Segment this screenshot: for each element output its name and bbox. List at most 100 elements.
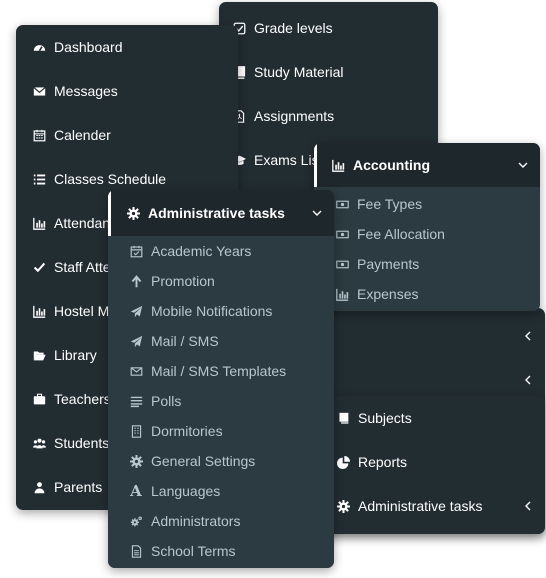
submenu-item-academic-years[interactable]: Academic Years: [108, 236, 334, 266]
sidebar-item-label: Classes Schedule: [54, 171, 167, 187]
envelope-icon: [31, 83, 47, 99]
submenu-item-mail-sms-templates[interactable]: Mail / SMS Templates: [108, 356, 334, 386]
submenu-item-label: Academic Years: [151, 243, 252, 259]
submenu-item-label: Mobile Notifications: [151, 303, 273, 319]
font-icon: A: [130, 482, 142, 500]
accounting-submenu: Fee Types Fee Allocation Payments Expens…: [314, 187, 540, 311]
submenu-item-school-terms[interactable]: School Terms: [108, 536, 334, 566]
sidebar-item-label: Students: [54, 435, 110, 451]
submenu-item-label: Administrators: [151, 513, 241, 529]
submenu-item-mobile-notifications[interactable]: Mobile Notifications: [108, 296, 334, 326]
submenu-item-label: Fee Types: [357, 196, 423, 212]
submenu-item-dormitories[interactable]: Dormitories: [108, 416, 334, 446]
tasks-icon: [128, 393, 144, 409]
accounting-header-label: Accounting: [353, 157, 430, 173]
submenu-item-label: Mail / SMS Templates: [151, 363, 287, 379]
chevron-left-icon: [523, 331, 533, 341]
chevron-down-icon: [312, 208, 322, 218]
chevron-left-icon: [523, 375, 533, 385]
arrow-up-icon: [128, 273, 144, 289]
collapsed-menu-item-a[interactable]: [322, 314, 545, 358]
folder-open-icon: [31, 347, 47, 363]
calendar-icon: [31, 127, 47, 143]
sidebar-item-calender[interactable]: Calender: [16, 113, 238, 157]
administrative-tasks-header-label: Administrative tasks: [148, 205, 285, 221]
submenu-item-payments[interactable]: Payments: [314, 249, 540, 279]
sidebar-item-dashboard[interactable]: Dashboard: [16, 25, 238, 69]
briefcase-icon: [31, 391, 47, 407]
user-icon: [31, 479, 47, 495]
administrative-tasks-submenu: Academic Years Promotion Mobile Notifica…: [108, 236, 334, 568]
sidebar-item-label: Parents: [54, 479, 103, 495]
menu-item-label: Subjects: [358, 410, 412, 426]
check-icon: [31, 259, 47, 275]
paper-plane-icon: [128, 333, 144, 349]
submenu-item-mail-sms[interactable]: Mail / SMS: [108, 326, 334, 356]
chevron-down-icon: [518, 160, 528, 170]
submenu-item-fee-types[interactable]: Fee Types: [314, 189, 540, 219]
menu-item-label: Assignments: [254, 108, 335, 124]
menu-item-grade-levels[interactable]: Grade levels: [219, 6, 438, 50]
submenu-item-label: Fee Allocation: [357, 226, 445, 242]
menu-item-subjects[interactable]: Subjects: [322, 396, 545, 440]
menu-item-label: Exams List: [254, 152, 323, 168]
menu-item-label: Grade levels: [254, 20, 333, 36]
book-icon: [335, 410, 351, 426]
cog-icon: [125, 205, 141, 221]
submenu-item-general-settings[interactable]: General Settings: [108, 446, 334, 476]
submenu-item-label: Mail / SMS: [151, 333, 219, 349]
bar-chart-icon: [330, 157, 346, 173]
submenu-item-expenses[interactable]: Expenses: [314, 279, 540, 309]
menu-item-reports[interactable]: Reports: [322, 440, 545, 484]
submenu-item-label: Languages: [151, 483, 221, 499]
submenu-item-label: Polls: [151, 393, 182, 409]
accounting-header[interactable]: Accounting: [314, 143, 540, 187]
submenu-item-label: Payments: [357, 256, 420, 272]
list-icon: [31, 171, 47, 187]
menu-item-label: Administrative tasks: [358, 498, 483, 514]
pie-chart-icon: [335, 454, 351, 470]
dashboard-icon: [31, 39, 47, 55]
menu-item-study-material[interactable]: Study Material: [219, 50, 438, 94]
submenu-item-label: General Settings: [151, 453, 256, 469]
administrative-tasks-header[interactable]: Administrative tasks: [108, 190, 334, 236]
submenu-item-label: Promotion: [151, 273, 215, 289]
bar-chart-icon: [334, 286, 350, 302]
sidebar-item-label: Messages: [54, 83, 118, 99]
sidebar-item-label: Dashboard: [54, 39, 123, 55]
money-icon: [334, 226, 350, 242]
submenu-item-label: Dormitories: [151, 423, 223, 439]
subjects-panel: Subjects Reports Administrative tasks: [322, 396, 545, 534]
bar-chart-icon: [31, 303, 47, 319]
submenu-item-languages[interactable]: A Languages: [108, 476, 334, 506]
cog-icon: [335, 498, 351, 514]
sidebar-item-label: Library: [54, 347, 97, 363]
menu-item-label: Study Material: [254, 64, 344, 80]
cog-icon: [128, 453, 144, 469]
file-text-icon: [128, 543, 144, 559]
money-icon: [334, 256, 350, 272]
paper-plane-icon: [128, 303, 144, 319]
money-icon: [334, 196, 350, 212]
bar-chart-icon: [31, 215, 47, 231]
sidebar-item-label: Calender: [54, 127, 111, 143]
accounting-panel: Accounting Fee Types Fee Allocation Paym…: [314, 143, 540, 311]
envelope-outline-icon: [128, 363, 144, 379]
users-icon: [31, 435, 47, 451]
submenu-item-polls[interactable]: Polls: [108, 386, 334, 416]
sidebar-item-messages[interactable]: Messages: [16, 69, 238, 113]
chevron-left-icon: [523, 501, 533, 511]
submenu-item-label: Expenses: [357, 286, 419, 302]
menu-item-administrative-tasks[interactable]: Administrative tasks: [322, 484, 545, 528]
submenu-item-administrators[interactable]: Administrators: [108, 506, 334, 536]
calendar-check-icon: [128, 243, 144, 259]
submenu-item-fee-allocation[interactable]: Fee Allocation: [314, 219, 540, 249]
submenu-item-promotion[interactable]: Promotion: [108, 266, 334, 296]
cogs-icon: [128, 513, 144, 529]
administrative-tasks-panel: Administrative tasks Academic Years Prom…: [108, 190, 334, 568]
menu-item-label: Reports: [358, 454, 408, 470]
submenu-item-label: School Terms: [151, 543, 236, 559]
menu-item-assignments[interactable]: Assignments: [219, 94, 438, 138]
sidebar-item-label: Teachers: [54, 391, 111, 407]
building-icon: [128, 423, 144, 439]
